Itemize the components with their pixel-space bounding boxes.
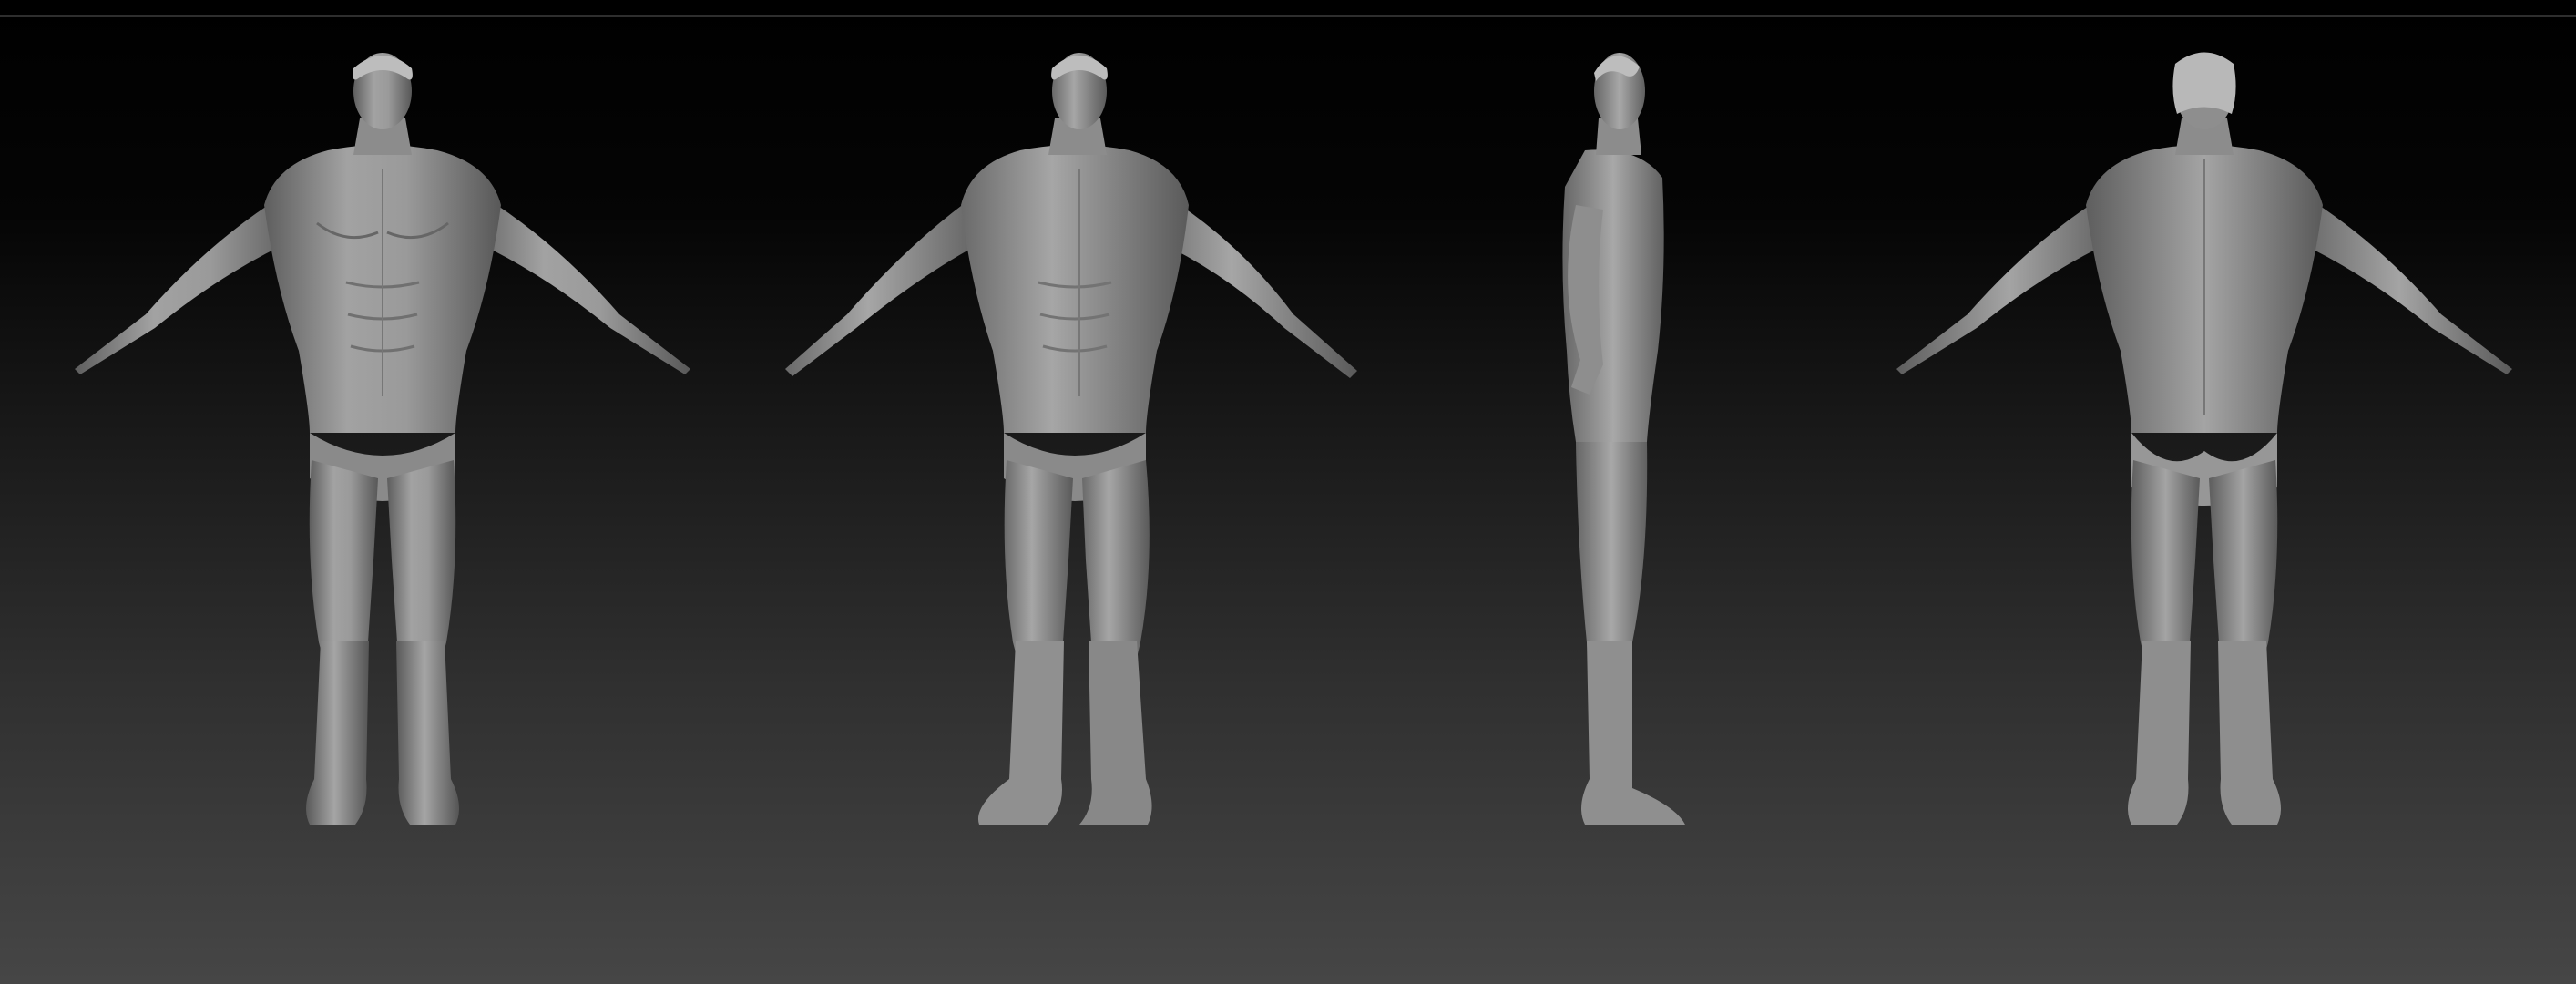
model-back-view[interactable] [1876,50,2532,852]
viewport-top-divider [0,15,2576,17]
model-front-view[interactable] [55,50,710,852]
front-view-sculpt [75,53,690,825]
viewport-canvas[interactable] [0,0,2576,984]
side-view-sculpt [1562,53,1685,825]
back-view-sculpt [1896,52,2512,825]
model-side-view[interactable] [1275,50,1931,852]
